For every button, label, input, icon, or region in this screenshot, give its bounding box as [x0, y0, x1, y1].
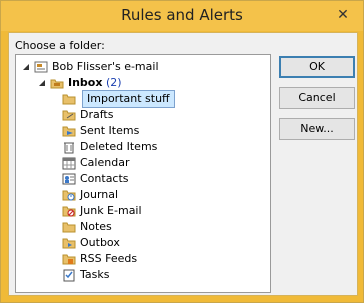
unread-count: (2) [105, 76, 122, 89]
drafts-icon [62, 110, 76, 121]
tree-item-important-stuff[interactable]: Important stuff [62, 90, 222, 108]
title-bar[interactable]: Rules and Alerts ✕ [1, 1, 363, 31]
collapse-arrow-icon[interactable] [22, 63, 30, 71]
collapse-arrow-icon[interactable] [38, 79, 46, 87]
mailbox-icon [34, 61, 48, 73]
folder-label: RSS Feeds [80, 252, 138, 265]
folder-label: Journal [80, 188, 119, 201]
tasks-icon [63, 269, 75, 282]
folder-label: Notes [80, 220, 112, 233]
trash-icon [64, 142, 74, 154]
journal-icon [62, 190, 76, 201]
folder-label: Tasks [80, 268, 110, 281]
folder-label: Outbox [80, 236, 120, 249]
ok-button[interactable]: OK [279, 56, 355, 78]
new-folder-button[interactable]: New... [279, 118, 355, 140]
inbox-icon [50, 79, 64, 89]
contacts-icon [62, 173, 76, 185]
sent-items-icon [62, 126, 76, 137]
rss-icon [62, 254, 76, 265]
folder-label: Drafts [80, 108, 114, 121]
close-button[interactable]: ✕ [333, 6, 353, 24]
folder-label: Contacts [80, 172, 129, 185]
notes-icon [62, 222, 76, 233]
tree-item-inbox[interactable]: Inbox (2) [38, 75, 238, 91]
dialog-title: Rules and Alerts [121, 6, 243, 24]
cancel-button[interactable]: Cancel [279, 87, 355, 109]
junk-icon [62, 206, 76, 217]
outbox-icon [62, 238, 76, 249]
inbox-label: Inbox [68, 76, 103, 89]
tree-root-account[interactable]: Bob Flisser's e-mail [22, 59, 262, 75]
choose-folder-label: Choose a folder: [15, 39, 105, 52]
folder-label: Sent Items [80, 124, 140, 137]
folder-label: Junk E-mail [80, 204, 142, 217]
rules-and-alerts-dialog: Rules and Alerts ✕ Choose a folder: Bob … [0, 0, 364, 303]
calendar-icon [62, 157, 76, 170]
folder-label: Calendar [80, 156, 130, 169]
folder-label: Deleted Items [80, 140, 158, 153]
account-name: Bob Flisser's e-mail [52, 60, 159, 73]
dialog-body: Choose a folder: Bob Flisser's e-mail In… [8, 32, 358, 296]
folder-tree[interactable]: Bob Flisser's e-mail Inbox (2) Important… [15, 54, 271, 293]
folder-icon [62, 94, 76, 105]
selected-folder-label: Important stuff [82, 90, 175, 108]
